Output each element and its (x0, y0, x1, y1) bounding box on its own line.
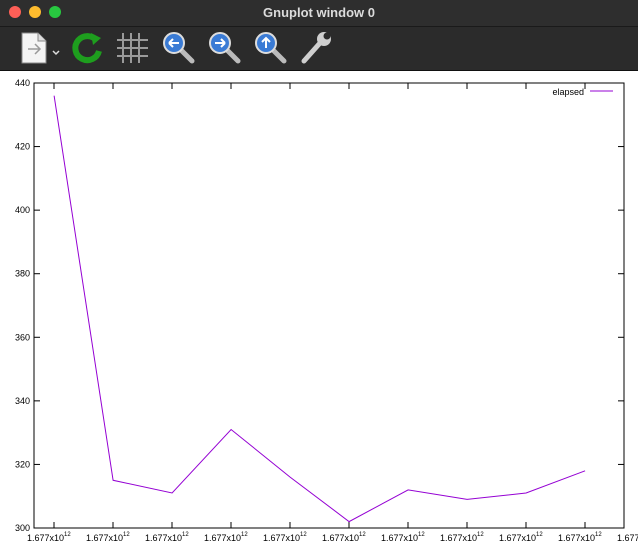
x-tick-label: 1.677x1012 (145, 532, 189, 543)
legend: elapsed (552, 87, 613, 97)
x-tick-label: 1.677x1012 (263, 532, 307, 543)
elapsed-line-chart: 300 320 340 360 380 400 420 440 1.677x1012 1.677… (15, 78, 638, 543)
legend-label: elapsed (552, 87, 584, 97)
wrench-icon (301, 32, 331, 64)
y-tick-label: 300 (15, 523, 30, 533)
zoom-previous-button[interactable] (160, 29, 198, 67)
unzoom-button[interactable] (252, 29, 290, 67)
plot-area: 300 320 340 360 380 400 420 440 1.677x1012 1.677… (0, 71, 638, 551)
y-tick-label: 380 (15, 269, 30, 279)
grid-toggle-button[interactable] (114, 29, 152, 67)
title-bar: Gnuplot window 0 (0, 0, 638, 27)
settings-button[interactable] (298, 29, 336, 67)
y-tick-label: 320 (15, 459, 30, 469)
zoom-previous-icon (163, 32, 195, 64)
y-tick-label: 340 (15, 396, 30, 406)
x-tick-label: 1.677x1012 (617, 532, 638, 543)
unzoom-icon (255, 32, 287, 64)
y-tick-label: 440 (15, 78, 30, 88)
x-tick-label: 1.677x1012 (86, 532, 130, 543)
toolbar (0, 27, 638, 71)
y-tick-label: 400 (15, 205, 30, 215)
x-tick-label: 1.677x1012 (27, 532, 71, 543)
replot-button[interactable] (68, 29, 106, 67)
series-elapsed-line (53, 95, 586, 523)
document-icon (21, 32, 60, 64)
x-tick-label: 1.677x1012 (204, 532, 248, 543)
x-tick-label: 1.677x1012 (558, 532, 602, 543)
plot-frame (33, 82, 625, 529)
refresh-icon (72, 33, 102, 64)
y-tick-label: 360 (15, 332, 30, 342)
y-tick-label: 420 (15, 142, 30, 152)
x-tick-label: 1.677x1012 (322, 532, 366, 543)
grid-icon (117, 33, 148, 63)
x-tick-label: 1.677x1012 (499, 532, 543, 543)
x-tick-label: 1.677x1012 (381, 532, 425, 543)
zoom-next-button[interactable] (206, 29, 244, 67)
zoom-next-icon (209, 32, 241, 64)
window-title: Gnuplot window 0 (263, 5, 375, 20)
x-tick-label: 1.677x1012 (440, 532, 484, 543)
export-button[interactable] (16, 29, 60, 67)
